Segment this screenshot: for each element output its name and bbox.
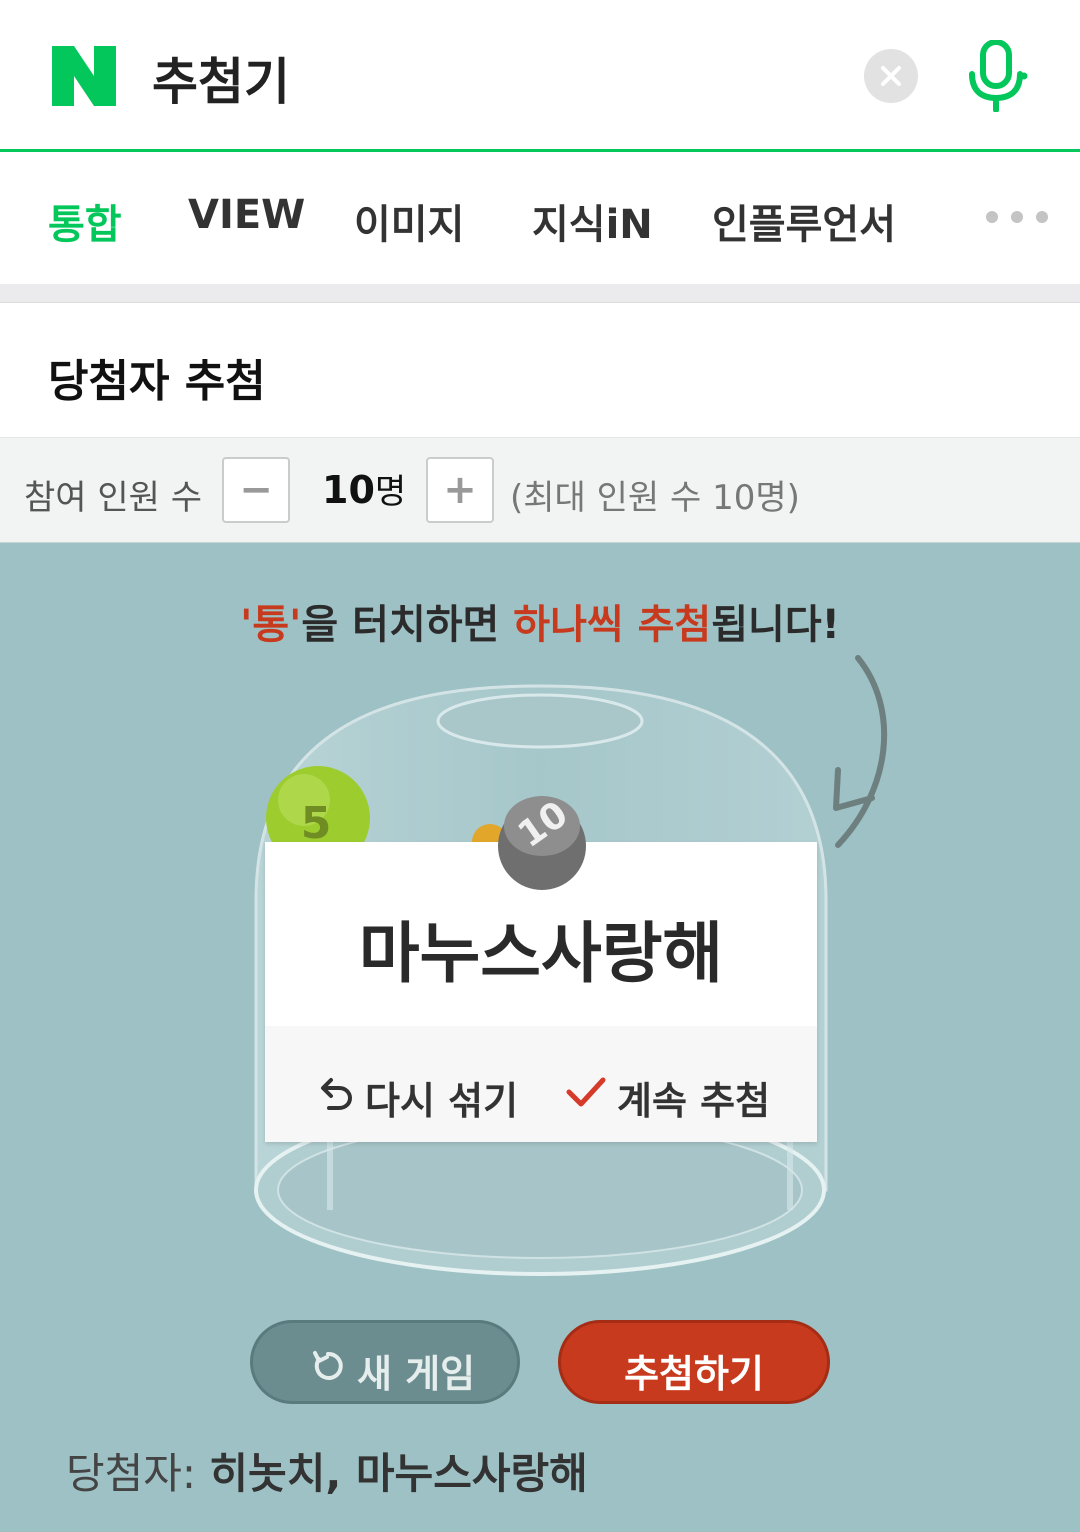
card-header: 당첨자 추첨 <box>0 303 1080 437</box>
winners-list: 당첨자: 히놋치, 마누스사랑해 <box>66 1440 588 1501</box>
tab-knowledge-in[interactable]: 지식iN <box>532 192 653 250</box>
winners-label: 당첨자: <box>66 1449 210 1498</box>
instruction-segment: 을 터치하면 <box>301 602 514 648</box>
card-title: 당첨자 추첨 <box>48 356 266 407</box>
draw-label: 추첨하기 <box>624 1352 764 1396</box>
participant-count-value: 10명 <box>322 464 406 513</box>
increase-count-button[interactable]: + <box>426 457 494 523</box>
search-tabs: 통합 VIEW 이미지 지식iN 인플루언서 <box>0 152 1080 284</box>
microphone-icon[interactable] <box>964 40 1030 112</box>
plus-icon: + <box>443 467 477 513</box>
new-game-button[interactable]: 새 게임 <box>250 1320 520 1404</box>
clear-search-button[interactable] <box>864 49 918 103</box>
reshuffle-button[interactable]: 다시 섞기 <box>265 1026 541 1142</box>
count-unit: 명 <box>374 472 407 512</box>
tab-images[interactable]: 이미지 <box>354 192 464 250</box>
jar-opening <box>436 693 644 749</box>
search-bar: 추첨기 <box>0 0 1080 152</box>
instruction-highlight-draw: 하나씩 추첨 <box>513 602 712 648</box>
tab-view[interactable]: VIEW <box>188 192 305 238</box>
refresh-icon <box>313 1351 343 1380</box>
new-game-label: 새 게임 <box>357 1352 476 1396</box>
draw-button[interactable]: 추첨하기 <box>558 1320 830 1404</box>
ball-10: 10 <box>498 794 586 890</box>
max-participants-note: (최대 인원 수 10명) <box>510 478 800 518</box>
count-number: 10 <box>322 468 375 512</box>
continue-draw-button[interactable]: 계속 추첨 <box>541 1026 817 1142</box>
minus-icon: − <box>239 467 273 513</box>
continue-draw-label: 계속 추첨 <box>617 1079 771 1123</box>
instruction-segment-end: 됩니다! <box>711 602 840 648</box>
reshuffle-label: 다시 섞기 <box>365 1079 519 1123</box>
undo-icon <box>321 1078 353 1110</box>
tab-integrated[interactable]: 통합 <box>48 192 122 250</box>
search-query-text[interactable]: 추첨기 <box>152 42 290 114</box>
tab-influencer[interactable]: 인플루언서 <box>712 192 896 250</box>
naver-logo[interactable] <box>52 46 116 106</box>
decrease-count-button[interactable]: − <box>222 457 290 523</box>
participant-controls: 참여 인원 수 − 10명 + (최대 인원 수 10명) <box>0 437 1080 543</box>
participant-count-label: 참여 인원 수 <box>24 478 203 518</box>
more-tabs-icon[interactable] <box>984 210 1054 224</box>
close-icon <box>881 66 901 86</box>
instruction-highlight-tong: '통' <box>240 602 302 648</box>
section-separator <box>0 284 1080 303</box>
drawn-winner-name: 마누스사랑해 <box>358 915 724 992</box>
winners-names: 히놋치, 마누스사랑해 <box>209 1449 588 1498</box>
instruction-text: '통'을 터치하면 하나씩 추첨됩니다! <box>0 592 1080 650</box>
checkmark-icon <box>566 1077 606 1107</box>
result-actions: 다시 섞기 계속 추첨 <box>265 1026 817 1142</box>
arrow-icon <box>835 655 888 848</box>
